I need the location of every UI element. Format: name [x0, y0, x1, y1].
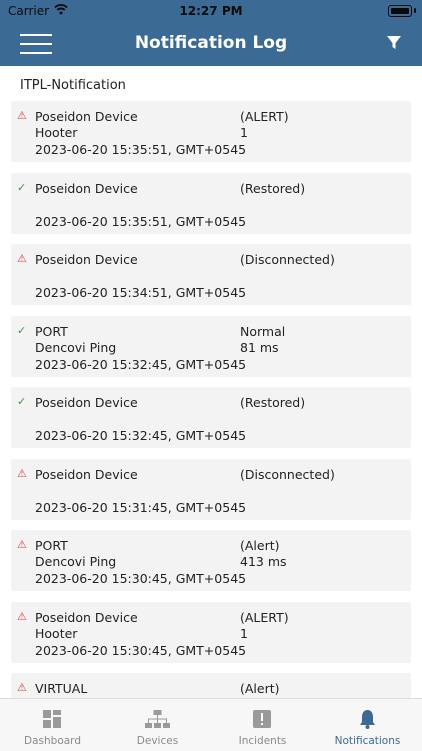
sub-name: Dencovi Ping: [35, 339, 117, 355]
status-text: (ALERT): [240, 109, 289, 124]
warning-icon: ⚠: [17, 252, 27, 265]
check-icon: ✓: [17, 180, 27, 194]
sub-name: Hooter: [35, 125, 78, 140]
timestamp: 2023-06-20 15:34:51, GMT+0545: [35, 285, 247, 300]
notification-content[interactable]: ITPL-Notification ⚠ Poseidon Device Hooter…: [0, 66, 422, 698]
device-name: Poseidon Device: [35, 109, 138, 124]
value-text: 1: [240, 625, 248, 641]
page-title: Notification Log: [134, 33, 288, 53]
notification-card[interactable]: ⚠ Poseidon Device Hooter 2023-06-20 15:30:4…: [11, 601, 411, 663]
check-icon: ✓: [17, 395, 27, 408]
notification-card[interactable]: ⚠ Poseidon Device 2023-06-20 15:31:45, GMT…: [11, 458, 411, 520]
status-text: Normal: [240, 323, 286, 339]
tab-label: Incidents: [238, 735, 287, 747]
tab-devices[interactable]: Devices: [105, 699, 210, 751]
timestamp: 2023-06-20 15:30:45, GMT+0545: [35, 642, 247, 658]
device-name: Poseidon Device: [35, 466, 138, 482]
device-name: Poseidon Device: [35, 252, 138, 267]
notification-card[interactable]: ⚠ VIRTUAL (Alert): [11, 673, 411, 698]
value-text: 413 ms: [240, 554, 287, 569]
warning-icon: ⚠: [17, 681, 27, 694]
warning-icon: ⚠: [17, 538, 27, 551]
sub-name: Hooter: [35, 625, 78, 641]
notification-list[interactable]: ⚠ Poseidon Device Hooter 2023-06-20 15:35:5…: [11, 101, 411, 698]
tab-notifications[interactable]: Notifications: [315, 699, 420, 751]
tab-label: Notifications: [334, 735, 401, 747]
device-name: Poseidon Device: [35, 609, 138, 625]
tab-incidents[interactable]: Incidents: [210, 699, 315, 751]
warning-icon: ⚠: [17, 466, 27, 480]
status-text: (Alert): [240, 538, 280, 553]
tab-label: Dashboard: [24, 735, 81, 747]
notification-card[interactable]: ✓ PORT Dencovi Ping 2023-06-20 15:32:45, GM…: [11, 315, 411, 377]
clock: 12:27 PM: [179, 4, 243, 18]
incidents-icon: [253, 710, 271, 728]
timestamp: 2023-06-20 15:30:45, GMT+0545: [35, 571, 247, 586]
timestamp: 2023-06-20 15:35:51, GMT+0545: [35, 213, 247, 229]
status-text: (Disconnected): [240, 466, 335, 482]
device-name: Poseidon Device: [35, 395, 138, 410]
status-text: (Restored): [240, 180, 306, 196]
status-text: (Alert): [240, 681, 280, 696]
device-name: PORT: [35, 538, 68, 553]
device-name: PORT: [35, 323, 68, 339]
timestamp: 2023-06-20 15:35:51, GMT+0545: [35, 142, 247, 157]
timestamp: 2023-06-20 15:32:45, GMT+0545: [35, 356, 247, 372]
status-text: (Restored): [240, 395, 306, 410]
section-title: ITPL-Notification: [20, 78, 126, 93]
status-text: (ALERT): [240, 609, 289, 625]
timestamp: 2023-06-20 15:31:45, GMT+0545: [35, 499, 247, 515]
notification-card[interactable]: ✓ Poseidon Device 2023-06-20 15:35:51, GMT…: [11, 172, 411, 234]
value-text: 1: [240, 125, 248, 140]
warning-icon: ⚠: [17, 609, 27, 623]
tab-bar: Dashboard Devices Incidents Notification…: [0, 698, 422, 751]
status-bar: Carrier 12:27 PM: [0, 0, 422, 22]
check-icon: ✓: [17, 323, 27, 337]
value-text: 81 ms: [240, 339, 279, 355]
warning-icon: ⚠: [17, 109, 27, 122]
notification-card[interactable]: ⚠ PORT Dencovi Ping 2023-06-20 15:30:45, GM…: [11, 530, 411, 591]
bell-icon: [360, 710, 375, 729]
dashboard-icon: [43, 710, 61, 728]
filter-icon[interactable]: [386, 35, 402, 51]
notification-card[interactable]: ⚠ Poseidon Device Hooter 2023-06-20 15:35:5…: [11, 101, 411, 162]
status-text: (Disconnected): [240, 252, 335, 267]
tab-dashboard[interactable]: Dashboard: [0, 699, 105, 751]
notification-card[interactable]: ✓ Poseidon Device 2023-06-20 15:32:45, GMT…: [11, 387, 411, 448]
device-name: VIRTUAL: [35, 681, 88, 696]
battery-icon: [388, 5, 412, 17]
devices-icon: [145, 710, 170, 728]
navigation-bar: Notification Log: [0, 22, 422, 66]
tab-label: Devices: [136, 735, 179, 747]
notification-card[interactable]: ⚠ Poseidon Device 2023-06-20 15:34:51, GMT…: [11, 244, 411, 305]
battery-tip: [414, 8, 416, 13]
timestamp: 2023-06-20 15:32:45, GMT+0545: [35, 428, 247, 443]
device-name: Poseidon Device: [35, 180, 138, 196]
sub-name: Dencovi Ping: [35, 554, 117, 569]
